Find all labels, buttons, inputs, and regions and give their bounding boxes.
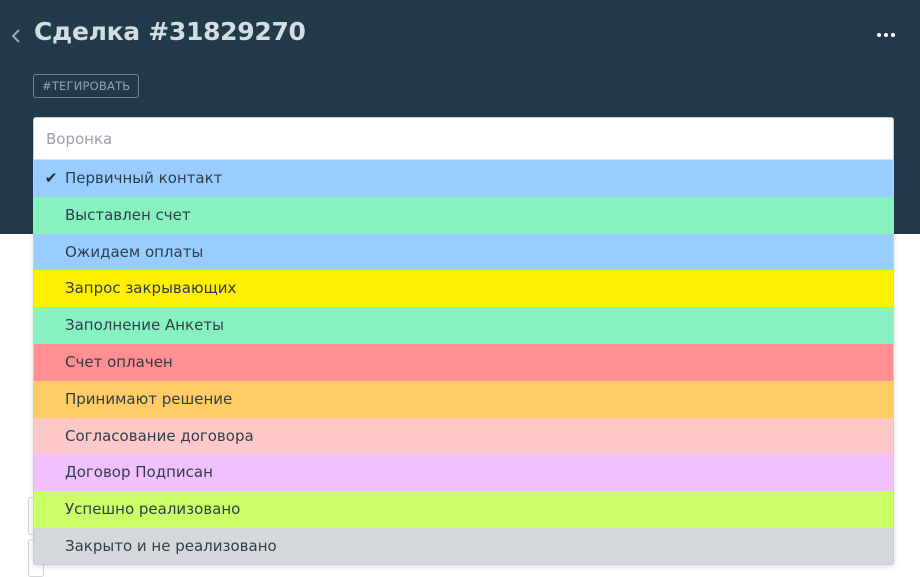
- status-option[interactable]: Выставлен счет: [34, 196, 893, 234]
- status-option-label: Ожидаем оплаты: [65, 242, 204, 261]
- more-dots-icon[interactable]: [876, 32, 896, 38]
- status-option-label: Закрыто и не реализовано: [65, 536, 277, 555]
- status-option[interactable]: Запрос закрывающих: [34, 270, 893, 308]
- tag-button[interactable]: #ТЕГИРОВАТЬ: [33, 74, 140, 98]
- status-option-label: Успешно реализовано: [65, 500, 241, 519]
- status-option-label: Согласование договора: [65, 426, 254, 445]
- status-option[interactable]: Успешно реализовано: [34, 491, 893, 528]
- status-options-list: ✔ Первичный контакт Выставлен счет Ожида…: [34, 160, 893, 564]
- chevron-left-icon[interactable]: [8, 24, 24, 48]
- status-option[interactable]: Закрыто и не реализовано: [34, 527, 893, 564]
- status-option[interactable]: Заполнение Анкеты: [34, 307, 893, 344]
- status-option[interactable]: Принимают решение: [34, 380, 893, 418]
- page-title: Сделка #31829270: [34, 17, 306, 46]
- status-option-label: Принимают решение: [65, 389, 233, 408]
- status-option-label: Договор Подписан: [65, 463, 213, 482]
- status-option[interactable]: Ожидаем оплаты: [34, 233, 893, 271]
- status-option[interactable]: Согласование договора: [34, 417, 893, 455]
- pipeline-dropdown: ✔ Первичный контакт Выставлен счет Ожида…: [33, 117, 894, 565]
- status-option[interactable]: Счет оплачен: [34, 343, 893, 381]
- status-option-label: Счет оплачен: [65, 352, 173, 371]
- status-option-label: Заполнение Анкеты: [65, 316, 224, 335]
- status-option-label: Запрос закрывающих: [65, 279, 237, 298]
- status-option[interactable]: Договор Подписан: [34, 454, 893, 492]
- status-option-label: Выставлен счет: [65, 205, 191, 224]
- status-option[interactable]: ✔ Первичный контакт: [34, 160, 893, 197]
- check-icon: ✔: [44, 169, 58, 187]
- status-option-label: Первичный контакт: [65, 169, 223, 187]
- pipeline-search-input[interactable]: [34, 118, 893, 160]
